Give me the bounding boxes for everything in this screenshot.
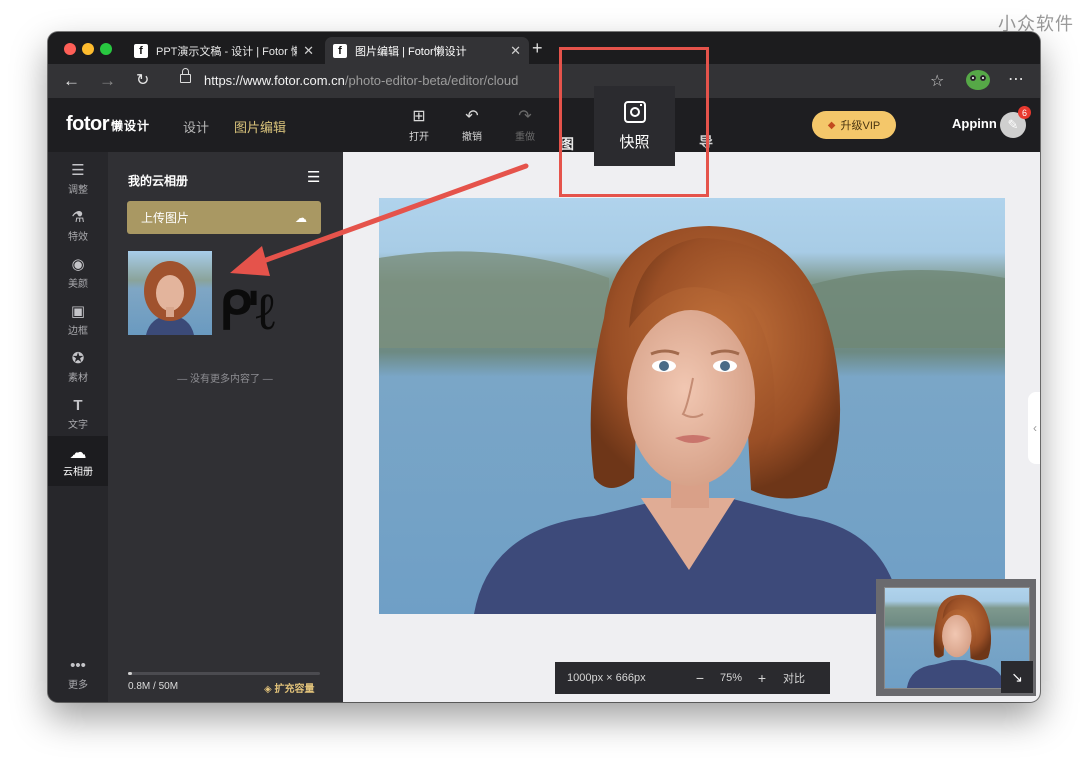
fotor-favicon-icon: f [134,43,148,58]
storage-usage-fill [128,672,132,675]
back-arrow-icon[interactable]: ← [63,71,80,91]
panel-title: 我的云相册 [128,174,189,188]
fotor-favicon-icon: f [333,43,347,58]
diamond-icon: ◈ [264,684,275,695]
sidebar-item-cloud-album[interactable]: ☁ 云相册 [48,436,108,486]
forward-arrow-icon[interactable]: → [99,71,116,91]
sidebar-item-adjust[interactable]: ☰ 调整 [48,162,108,196]
sidebar-item-label: 素材 [68,373,88,384]
cloud-album-panel: 我的云相册 ☰ 上传图片 ☁ ᑭ'ℓ — 没有更多内容了 — 0.8M / 50… [108,152,343,702]
cloud-upload-icon: ☁ [295,210,307,225]
eye-icon: ◉ [71,256,85,273]
undo-button[interactable]: ↶ 撤销 [452,108,492,143]
upgrade-vip-button[interactable]: ◆ 升级VIP [812,111,896,139]
star-icon: ✪ [71,350,85,367]
more-icon: ••• [70,657,86,674]
username[interactable]: Appinn [952,116,997,131]
zoom-level: 75% [719,672,743,684]
sidebar-item-effects[interactable]: ⚗ 特效 [48,209,108,243]
reload-icon[interactable]: ↻ [136,71,149,91]
sidebar-item-label: 边框 [68,326,88,337]
tab-close-icon[interactable]: ✕ [510,43,521,59]
extension-frog-icon[interactable] [966,70,990,90]
drag-artifact: ᑭ'ℓ [219,281,275,342]
navigator-preview[interactable]: ↘ [876,579,1036,696]
address-bar: ← → ↻ https://www.fotor.com.cn/photo-edi… [48,64,1040,98]
undo-icon: ↶ [465,108,479,125]
fotor-logo[interactable]: fotor 懒设计 [66,113,150,136]
close-window-button[interactable] [64,43,76,55]
logo-text: fotor [66,113,110,135]
expand-storage-button[interactable]: ◈ 扩充容量 [264,680,314,695]
zoom-out-icon[interactable]: − [687,670,713,686]
tab-title: PPT演示文稿 - 设计 | Fotor 懒设 [156,45,298,58]
tab-photo-editor[interactable]: f 图片编辑 | Fotor懒设计 ✕ [325,37,529,64]
browser-menu-icon[interactable]: ⋯ [1008,69,1025,89]
flask-icon: ⚗ [71,209,85,226]
tab-ppt[interactable]: f PPT演示文稿 - 设计 | Fotor 懒设 ✕ [126,37,322,64]
redo-label: 重做 [515,132,535,143]
collapse-panel-handle[interactable]: ‹ [1028,392,1040,464]
sidebar-item-label: 文字 [68,420,88,431]
sidebar-item-label: 云相册 [63,467,93,478]
portrait-photo[interactable] [379,198,1005,614]
sidebar-item-label: 特效 [68,232,88,243]
sidebar-item-label: 更多 [68,680,88,691]
bookmark-star-icon[interactable]: ☆ [930,71,944,91]
url-domain: https://www.fotor.com.cn [204,73,345,88]
maximize-window-button[interactable] [100,43,112,55]
sidebar-item-label: 美颜 [68,279,88,290]
sidebar-item-label: 调整 [68,185,88,196]
sidebar-item-text[interactable]: T 文字 [48,397,108,431]
upload-image-button[interactable]: 上传图片 ☁ [127,201,321,234]
frame-icon: ▣ [70,303,86,320]
left-toolbar: ☰ 调整 ⚗ 特效 ◉ 美颜 ▣ 边框 ✪ 素材 T 文字 ☁ 云相册 ••• [48,152,108,702]
zoom-bar: 1000px × 666px − 75% + 对比 [555,662,830,694]
upload-label: 上传图片 [141,211,190,225]
no-more-content-text: — 没有更多内容了 — [177,374,273,385]
new-tab-icon[interactable]: + [532,38,543,59]
app-header: fotor 懒设计 设计 图片编辑 ⊞ 打开 ↶ 撤销 ↷ 重做 ◆ 升级VIP … [48,98,1040,152]
url-field[interactable]: https://www.fotor.com.cn/photo-editor-be… [204,73,518,88]
zoom-in-icon[interactable]: + [749,670,775,686]
annotation-highlight-box [559,47,709,197]
tab-title: 图片编辑 | Fotor懒设计 [355,45,467,58]
cloud-upload-icon: ☁ [69,443,87,462]
minimize-window-button[interactable] [82,43,94,55]
text-icon: T [73,397,83,414]
collapse-navigator-icon[interactable]: ↘ [1001,661,1033,693]
sliders-icon: ☰ [71,162,85,179]
undo-label: 撤销 [462,132,482,143]
storage-usage-bar [128,672,320,675]
sidebar-item-more[interactable]: ••• 更多 [48,657,108,691]
storage-total: 50M [158,681,179,692]
storage-usage-text: 0.8M / 50M [128,681,178,692]
nav-photo-editor[interactable]: 图片编辑 [234,117,286,136]
nav-design[interactable]: 设计 [183,117,209,136]
cloud-photo-thumbnail[interactable] [128,251,212,335]
tab-close-icon[interactable]: ✕ [303,43,314,59]
open-label: 打开 [409,132,429,143]
url-path: /photo-editor-beta/editor/cloud [344,73,519,88]
sidebar-item-beauty[interactable]: ◉ 美颜 [48,256,108,290]
editor-canvas: ‹ 1000px × 666px − 75% + 对比 ↘ [343,152,1040,702]
browser-window: f PPT演示文稿 - 设计 | Fotor 懒设 ✕ f 图片编辑 | Fot… [48,32,1040,702]
logo-cn: 懒设计 [111,119,151,133]
storage-used: 0.8M [128,681,151,692]
compare-button[interactable]: 对比 [783,670,805,686]
redo-icon: ↷ [518,108,532,125]
expand-label: 扩充容量 [274,684,315,695]
sidebar-item-elements[interactable]: ✪ 素材 [48,350,108,384]
sidebar-item-frame[interactable]: ▣ 边框 [48,303,108,337]
open-button[interactable]: ⊞ 打开 [399,108,439,143]
image-dimensions: 1000px × 666px [567,672,646,684]
list-menu-icon[interactable]: ☰ [307,170,320,185]
diamond-icon: ◆ [827,119,836,131]
redo-button[interactable]: ↷ 重做 [505,108,545,143]
image-add-icon: ⊞ [412,108,426,125]
tab-bar: f PPT演示文稿 - 设计 | Fotor 懒设 ✕ f 图片编辑 | Fot… [48,32,1040,64]
lock-icon [180,68,191,83]
vip-label: 升级VIP [840,120,881,132]
notification-badge: 6 [1018,106,1031,119]
